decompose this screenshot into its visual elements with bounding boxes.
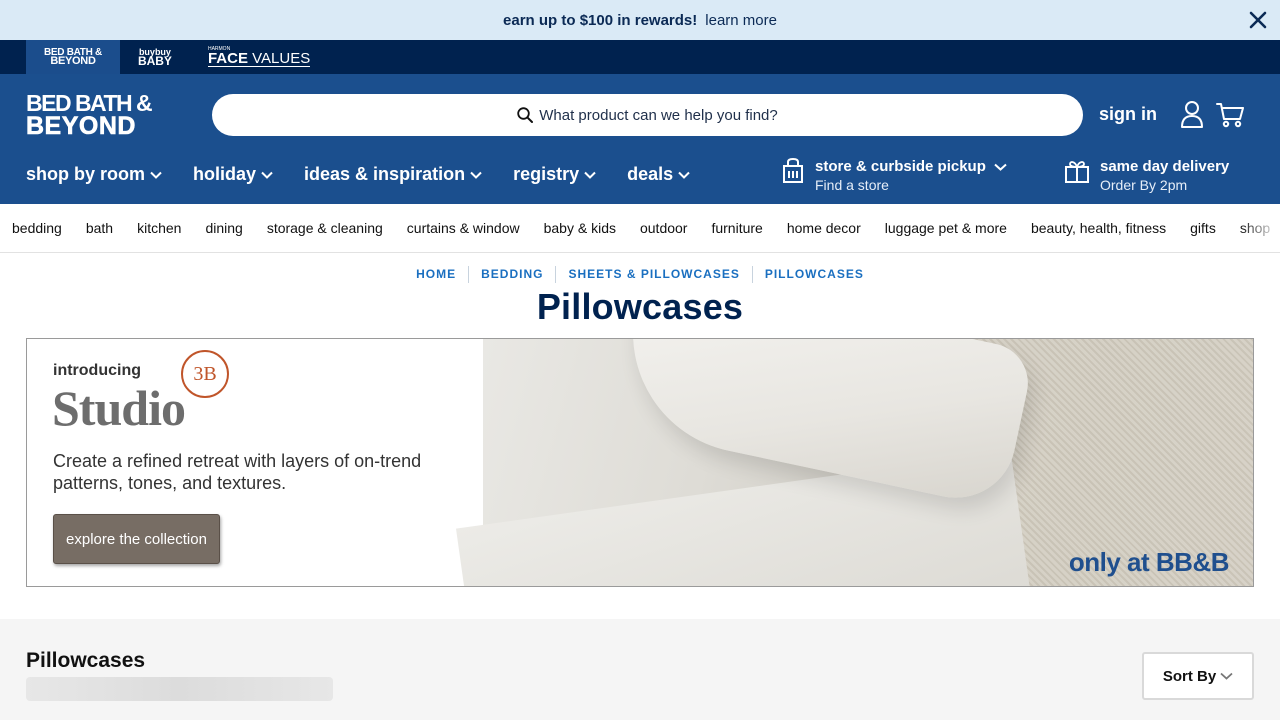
cart-icon	[1216, 103, 1244, 128]
search-input[interactable]: What product can we help you find?	[212, 94, 1083, 136]
sign-in-link[interactable]: sign in	[1099, 104, 1157, 125]
brand-switcher: BED BATH & BEYOND buybuy BABY HARMON FAC…	[0, 40, 1280, 74]
cart-button[interactable]	[1216, 102, 1244, 133]
category-link[interactable]: storage & cleaning	[267, 220, 383, 236]
site-logo[interactable]: BED BATH & BEYOND	[26, 91, 180, 139]
site-header: BED BATH & BEYOND What product can we he…	[0, 74, 1280, 204]
face-values-logo-bold: FACE	[207, 50, 248, 67]
explore-collection-button[interactable]: explore the collection	[53, 514, 220, 564]
face-values-logo: HARMON FACE VALUES	[207, 47, 311, 67]
banner-tagline: only at BB&B	[1068, 547, 1230, 577]
store-pickup-title-text: store & curbside pickup	[815, 158, 986, 175]
breadcrumb-sheets-pillowcases[interactable]: SHEETS & PILLOWCASES	[556, 266, 753, 283]
promo-headline: earn up to $100 in rewards!	[503, 11, 698, 29]
breadcrumb: HOME BEDDING SHEETS & PILLOWCASES PILLOW…	[0, 266, 1280, 283]
account-button[interactable]	[1180, 100, 1204, 133]
chevron-down-icon	[261, 171, 273, 179]
main-navigation: shop by room holiday ideas & inspiration…	[26, 164, 721, 185]
face-values-logo-text: FACE VALUES	[207, 50, 311, 67]
listing-title: Pillowcases	[26, 649, 146, 672]
store-pickup-title: store & curbside pickup	[815, 158, 1007, 176]
nav-deals[interactable]: deals	[627, 164, 690, 185]
search-icon	[517, 107, 534, 123]
category-link[interactable]: bath	[86, 220, 113, 236]
page-title: Pillowcases	[536, 286, 744, 327]
buybuy-baby-logo-line2: BABY	[137, 54, 172, 68]
banner-text-panel: introducing 3B Studio Create a refined r…	[27, 339, 483, 586]
face-values-logo-light: VALUES	[252, 50, 311, 67]
category-link[interactable]: curtains & window	[407, 220, 520, 236]
nav-shop-by-room-label: shop by room	[26, 164, 146, 184]
product-listing-header: Pillowcases Sort By	[0, 619, 1280, 720]
category-link[interactable]: luggage pet & more	[885, 220, 1007, 236]
nav-deals-label: deals	[627, 164, 674, 184]
promo-close-button[interactable]	[1246, 8, 1270, 32]
nav-registry-label: registry	[513, 164, 580, 184]
promo-learn-more-link[interactable]: learn more	[705, 12, 777, 29]
banner-bedding-image: only at BB&B	[455, 339, 1253, 586]
store-pickup-selector[interactable]: store & curbside pickup Find a store	[781, 158, 1007, 194]
same-day-delivery-title: same day delivery	[1100, 158, 1230, 175]
banner-intro: introducing	[53, 362, 141, 379]
banner-description: Create a refined retreat with layers of …	[53, 451, 422, 493]
search-placeholder: What product can we help you find?	[539, 106, 778, 124]
breadcrumb-home[interactable]: HOME	[404, 266, 470, 283]
same-day-delivery-text: same day delivery Order By 2pm	[1100, 158, 1229, 194]
sort-by-label: Sort By	[1162, 667, 1217, 685]
brand-tab-buybuy-baby[interactable]: buybuy BABY	[120, 40, 190, 74]
chevron-down-icon	[470, 171, 482, 179]
category-link[interactable]: baby & kids	[544, 220, 616, 236]
category-link[interactable]: bedding	[12, 220, 62, 236]
promo-banner[interactable]: introducing 3B Studio Create a refined r…	[26, 338, 1254, 587]
same-day-delivery[interactable]: same day delivery Order By 2pm	[1064, 158, 1229, 194]
buybuy-baby-logo: buybuy BABY	[137, 48, 172, 68]
studio-3b-badge: 3B	[181, 350, 229, 398]
bbb-mini-logo: BED BATH & BEYOND	[44, 48, 102, 67]
category-link[interactable]: furniture	[711, 220, 762, 236]
same-day-delivery-subtitle: Order By 2pm	[1100, 177, 1188, 193]
results-count-skeleton	[26, 677, 333, 701]
find-a-store-link[interactable]: Find a store	[815, 176, 1007, 194]
category-link[interactable]: dining	[205, 220, 242, 236]
nav-ideas-inspiration[interactable]: ideas & inspiration	[304, 164, 482, 185]
nav-holiday[interactable]: holiday	[193, 164, 273, 185]
category-bar-fade	[1240, 204, 1280, 252]
brand-tab-bed-bath-beyond[interactable]: BED BATH & BEYOND	[26, 40, 120, 74]
user-icon	[1181, 101, 1203, 128]
chevron-down-icon	[994, 163, 1007, 171]
nav-shop-by-room[interactable]: shop by room	[26, 164, 162, 185]
breadcrumb-bedding[interactable]: BEDDING	[469, 266, 557, 283]
chevron-down-icon	[1220, 672, 1233, 680]
category-bar: bedding bath kitchen dining storage & cl…	[0, 204, 1280, 253]
store-pickup-text: store & curbside pickup Find a store	[815, 158, 1007, 194]
bbb-mini-logo-line2: BEYOND	[50, 55, 96, 67]
category-link[interactable]: kitchen	[137, 220, 181, 236]
promo-bar: earn up to $100 in rewards! learn more	[0, 0, 1280, 40]
chevron-down-icon	[678, 171, 690, 179]
nav-holiday-label: holiday	[193, 164, 257, 184]
site-logo-line2: BEYOND	[26, 112, 136, 140]
breadcrumb-pillowcases[interactable]: PILLOWCASES	[753, 266, 876, 283]
brand-tab-face-values[interactable]: HARMON FACE VALUES	[190, 40, 328, 74]
store-icon	[783, 158, 803, 183]
close-icon	[1249, 11, 1267, 29]
category-link[interactable]: gifts	[1190, 220, 1216, 236]
delivery-box-icon	[1065, 161, 1089, 183]
banner-studio-wordmark: Studio	[52, 380, 186, 436]
nav-registry[interactable]: registry	[513, 164, 596, 185]
chevron-down-icon	[584, 171, 596, 179]
chevron-down-icon	[150, 171, 162, 179]
category-link[interactable]: outdoor	[640, 220, 687, 236]
sort-by-dropdown[interactable]: Sort By	[1142, 652, 1254, 700]
nav-ideas-inspiration-label: ideas & inspiration	[304, 164, 466, 184]
category-link[interactable]: home decor	[787, 220, 861, 236]
category-link[interactable]: beauty, health, fitness	[1031, 220, 1166, 236]
